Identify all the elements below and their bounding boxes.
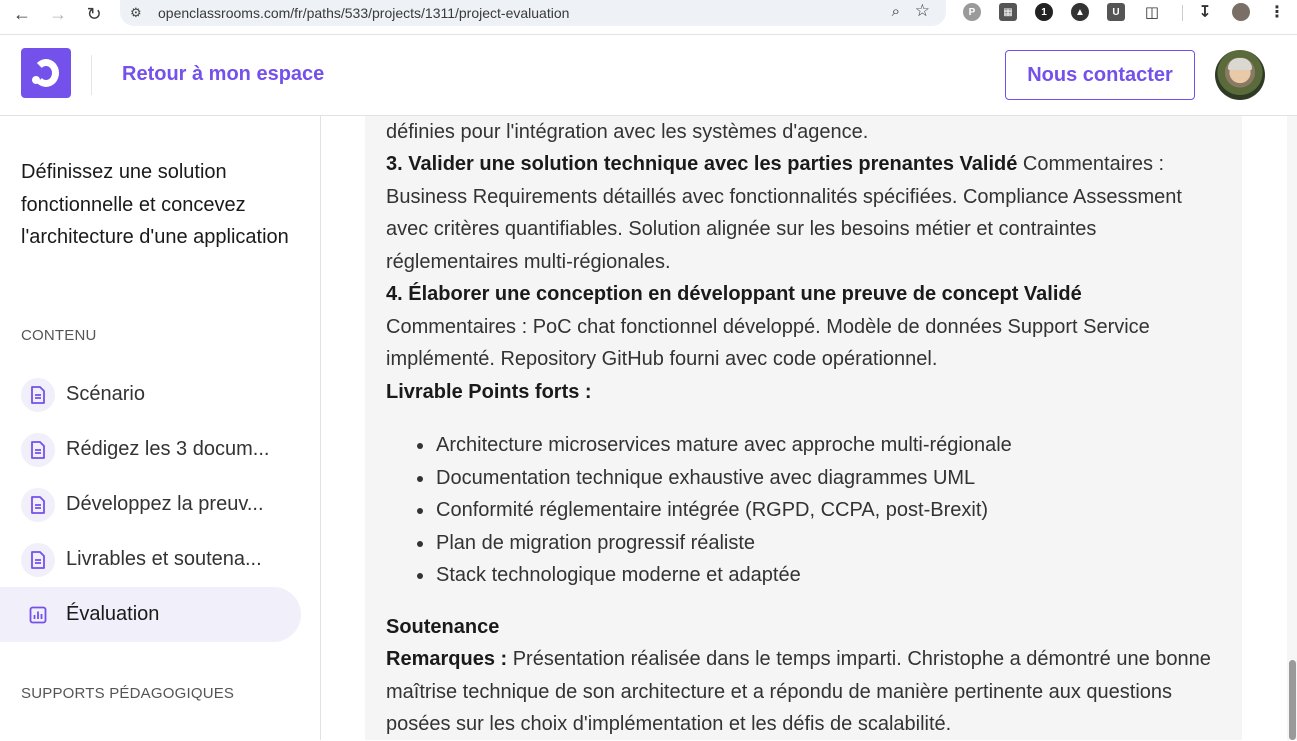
profile-avatar-icon[interactable] <box>1232 3 1250 21</box>
defense-heading: Soutenance <box>386 616 500 638</box>
browser-toolbar: ← → ↻ ⚙ openclassrooms.com/fr/paths/533/… <box>0 0 1297 35</box>
zoom-icon[interactable]: ⌕ <box>892 3 900 20</box>
remarks-text: Présentation réalisée dans le temps impa… <box>386 648 1211 735</box>
contents-label: CONTENU <box>21 327 97 344</box>
document-icon <box>21 487 55 522</box>
address-bar[interactable]: ⚙ openclassrooms.com/fr/paths/533/projec… <box>120 0 946 26</box>
project-title: Définissez une solution fonctionnelle et… <box>21 161 289 248</box>
criterion-4-heading: 4. Élaborer une conception en développan… <box>386 283 1082 305</box>
list-item: Stack technologique moderne et adaptée <box>417 559 1216 592</box>
sidebar-item-label: Développez la preuv... <box>66 493 264 515</box>
site-header: Retour à mon espace Nous contacter <box>0 35 1297 116</box>
user-avatar[interactable] <box>1215 50 1265 100</box>
toolbar-divider <box>1182 5 1183 21</box>
remarks-paragraph: Remarques : Présentation réalisée dans l… <box>386 643 1226 741</box>
sidebar-item-label: Livrables et soutena... <box>66 548 262 570</box>
criterion-3-heading: 3. Valider une solution technique avec l… <box>386 153 1018 175</box>
criterion-4: 4. Élaborer une conception en développan… <box>386 278 1226 376</box>
strengths-list: Architecture microservices mature avec a… <box>417 429 1216 592</box>
url-text[interactable]: openclassrooms.com/fr/paths/533/projects… <box>158 5 569 21</box>
sidebar-item-label: Scénario <box>66 383 145 405</box>
reload-icon[interactable]: ↻ <box>76 0 112 28</box>
sidebar-item-label: Évaluation <box>66 603 160 625</box>
list-item: Conformité réglementaire intégrée (RGPD,… <box>417 494 1216 527</box>
back-to-space-link[interactable]: Retour à mon espace <box>122 63 324 86</box>
page-scrollbar[interactable] <box>1287 116 1297 740</box>
extension-u-icon[interactable]: U <box>1107 3 1125 21</box>
truncated-line: définies pour l'intégration avec les sys… <box>386 121 869 143</box>
document-icon <box>21 432 55 467</box>
sidebar-item-label: Rédigez les 3 docum... <box>66 438 270 460</box>
criterion-3: 3. Valider une solution technique avec l… <box>386 148 1226 278</box>
extension-p-icon[interactable]: P <box>963 3 981 21</box>
sidebar-item-proof-of-concept[interactable]: Développez la preuv... <box>0 477 301 532</box>
sidebar-item-scenario[interactable]: Scénario <box>0 367 301 422</box>
criterion-4-comment: Commentaires : PoC chat fonctionnel déve… <box>386 315 1150 371</box>
sidebar-item-deliverables[interactable]: Livrables et soutena... <box>0 532 301 587</box>
download-icon[interactable]: ↧ <box>1196 3 1214 21</box>
teaching-supports-label: SUPPORTS PÉDAGOGIQUES <box>21 685 235 702</box>
strengths-heading: Livrable Points forts : <box>386 381 592 403</box>
sidebar-item-documents[interactable]: Rédigez les 3 docum... <box>0 422 301 477</box>
bookmark-star-icon[interactable]: ☆ <box>915 1 930 21</box>
sidebar-item-evaluation[interactable]: Évaluation <box>0 587 301 642</box>
chart-icon <box>21 598 55 632</box>
extension-grid-icon[interactable]: ▦ <box>999 3 1017 21</box>
menu-kebab-icon[interactable]: ⋮ <box>1268 3 1286 21</box>
forward-arrow-icon[interactable]: → <box>40 0 76 28</box>
list-item: Plan de migration progressif réaliste <box>417 527 1216 560</box>
list-item: Documentation technique exhaustive avec … <box>417 462 1216 495</box>
extension-puffin-icon[interactable]: ▲ <box>1071 3 1089 21</box>
document-icon <box>21 377 55 412</box>
site-settings-icon[interactable]: ⚙ <box>130 5 148 21</box>
course-sidebar: Définissez une solution fonctionnelle et… <box>0 116 321 740</box>
remarks-label: Remarques : <box>386 648 508 670</box>
scrollbar-thumb[interactable] <box>1289 660 1296 740</box>
back-arrow-icon[interactable]: ← <box>4 0 40 28</box>
extensions-puzzle-icon[interactable]: ◫ <box>1143 3 1161 21</box>
contact-button[interactable]: Nous contacter <box>1005 50 1195 100</box>
document-icon <box>21 542 55 577</box>
header-divider <box>91 55 92 95</box>
list-item: Architecture microservices mature avec a… <box>417 429 1216 462</box>
extension-coin-icon[interactable]: 1 <box>1035 3 1053 21</box>
openclassrooms-logo-icon[interactable] <box>21 48 71 98</box>
